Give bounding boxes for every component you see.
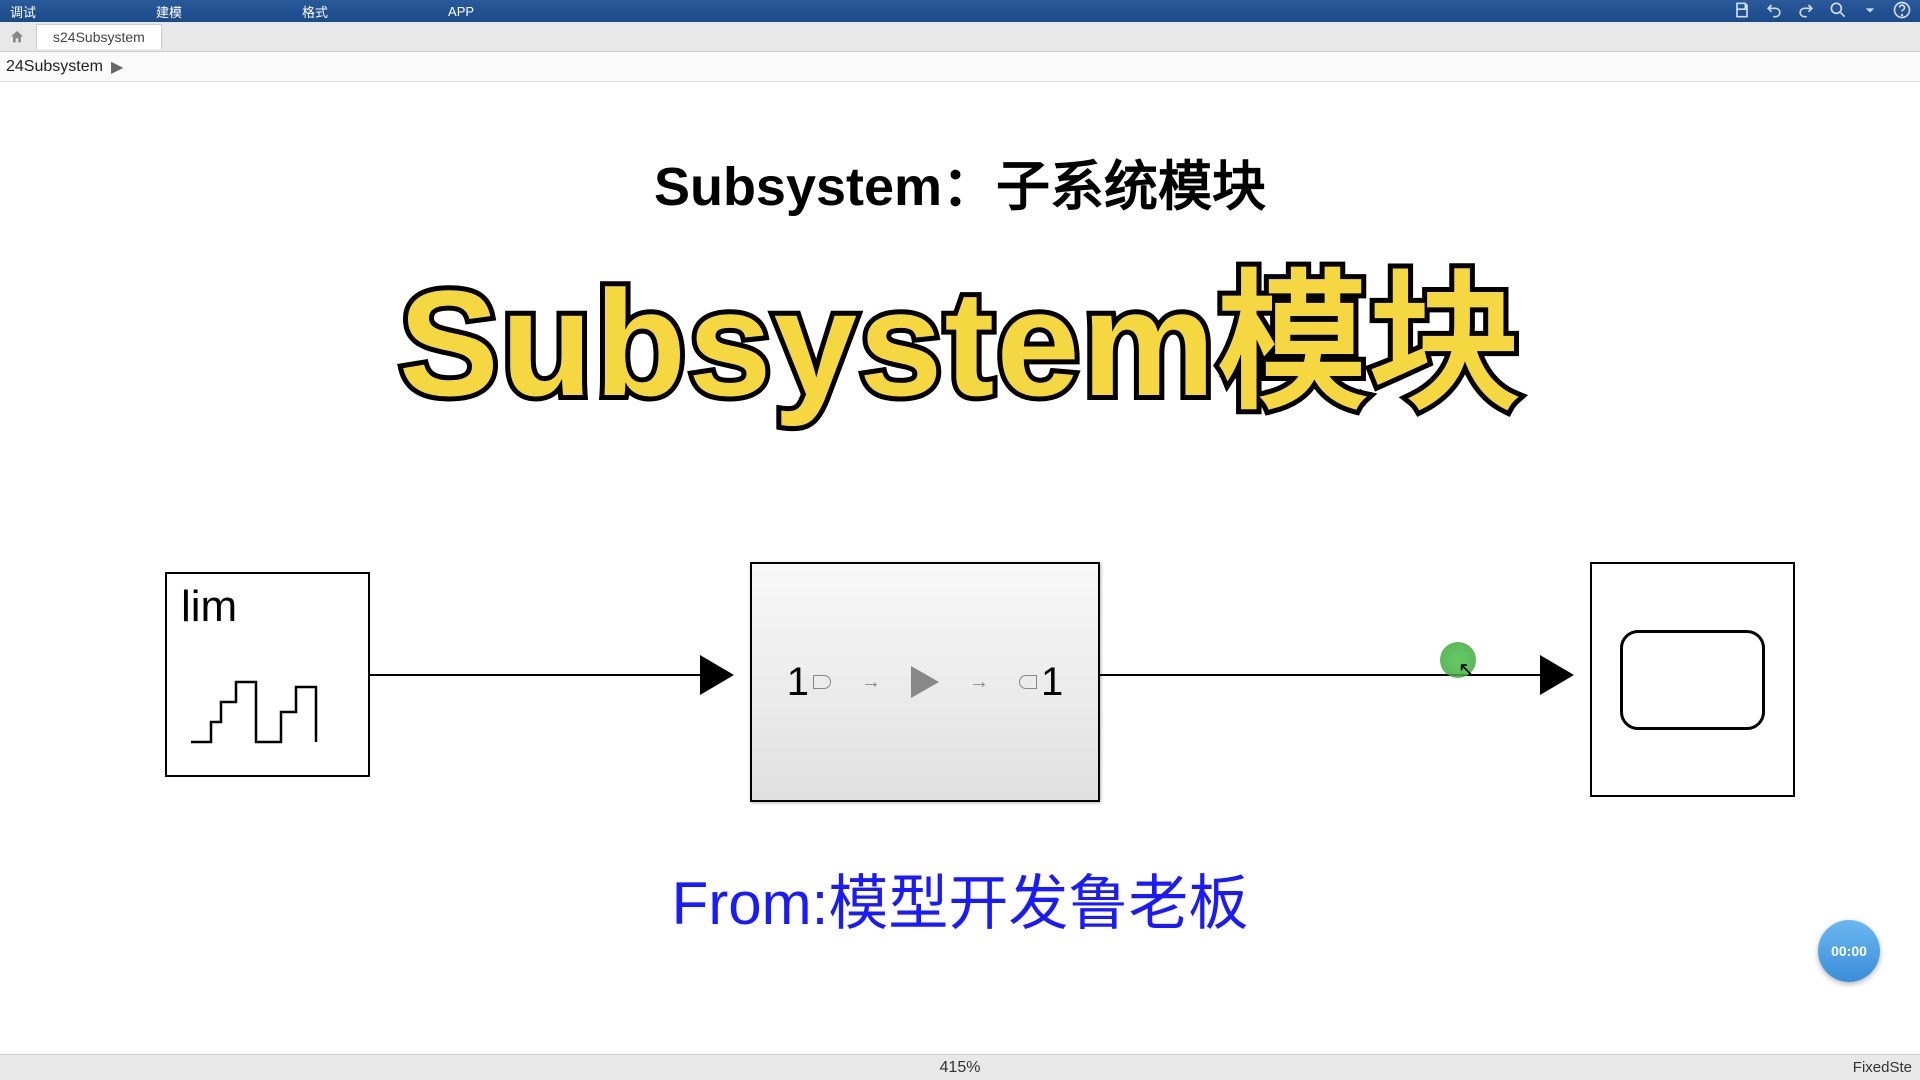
subsystem-block[interactable]: 1 → → 1 — [750, 562, 1100, 802]
inport-icon — [813, 675, 831, 689]
chevron-down-icon[interactable] — [1860, 0, 1880, 23]
outport-icon — [1019, 675, 1037, 689]
outport-label: 1 — [1041, 660, 1063, 705]
inport-label: 1 — [787, 660, 809, 705]
toolbar-right — [1732, 0, 1912, 23]
solver-type: FixedSte — [1853, 1059, 1912, 1076]
undo-icon[interactable] — [1764, 0, 1784, 23]
scope-block[interactable] — [1590, 562, 1795, 797]
arrow-icon: → — [861, 671, 881, 694]
canvas-title: Subsystem：子系统模块 — [654, 142, 1266, 221]
home-icon[interactable] — [8, 28, 26, 46]
save-icon[interactable] — [1732, 0, 1752, 23]
signal-line[interactable] — [370, 674, 700, 676]
arrow-icon: → — [969, 671, 989, 694]
overlay-title: Subsystem模块 — [399, 222, 1521, 439]
breadcrumb-path[interactable]: 24Subsystem — [6, 58, 103, 76]
statusbar: 415% FixedSte — [0, 1054, 1920, 1080]
menu-debug[interactable]: 调试 — [10, 2, 36, 21]
diagram: lim 1 → → 1 — [0, 562, 1920, 822]
breadcrumb[interactable]: 24Subsystem ▶ — [0, 52, 1920, 82]
menu-model[interactable]: 建模 — [156, 2, 182, 21]
zoom-level[interactable]: 415% — [940, 1059, 981, 1077]
menubar: 调试 建模 格式 APP — [0, 0, 1920, 22]
model-canvas[interactable]: Subsystem：子系统模块 Subsystem模块 lim 1 → → — [0, 82, 1920, 1032]
menu-format[interactable]: 格式 — [302, 2, 328, 21]
tab-model[interactable]: s24Subsystem — [36, 24, 162, 49]
scope-screen-icon — [1620, 630, 1765, 730]
redo-icon[interactable] — [1796, 0, 1816, 23]
subsystem-contents: 1 → → 1 — [787, 660, 1064, 705]
signal-icon — [181, 632, 351, 752]
arrow-icon — [700, 655, 734, 695]
search-icon[interactable] — [1828, 0, 1848, 23]
credit-text: From:模型开发鲁老板 — [672, 855, 1249, 942]
help-icon[interactable] — [1892, 0, 1912, 23]
gain-icon — [911, 666, 939, 698]
arrow-icon — [1540, 655, 1574, 695]
chevron-right-icon: ▶ — [111, 57, 123, 77]
tabbar: s24Subsystem — [0, 22, 1920, 52]
menu-app[interactable]: APP — [448, 4, 474, 19]
time-badge[interactable]: 00:00 — [1818, 920, 1880, 982]
source-label: lim — [181, 582, 354, 632]
cursor-icon: ↖ — [1458, 657, 1475, 682]
source-block[interactable]: lim — [165, 572, 370, 777]
